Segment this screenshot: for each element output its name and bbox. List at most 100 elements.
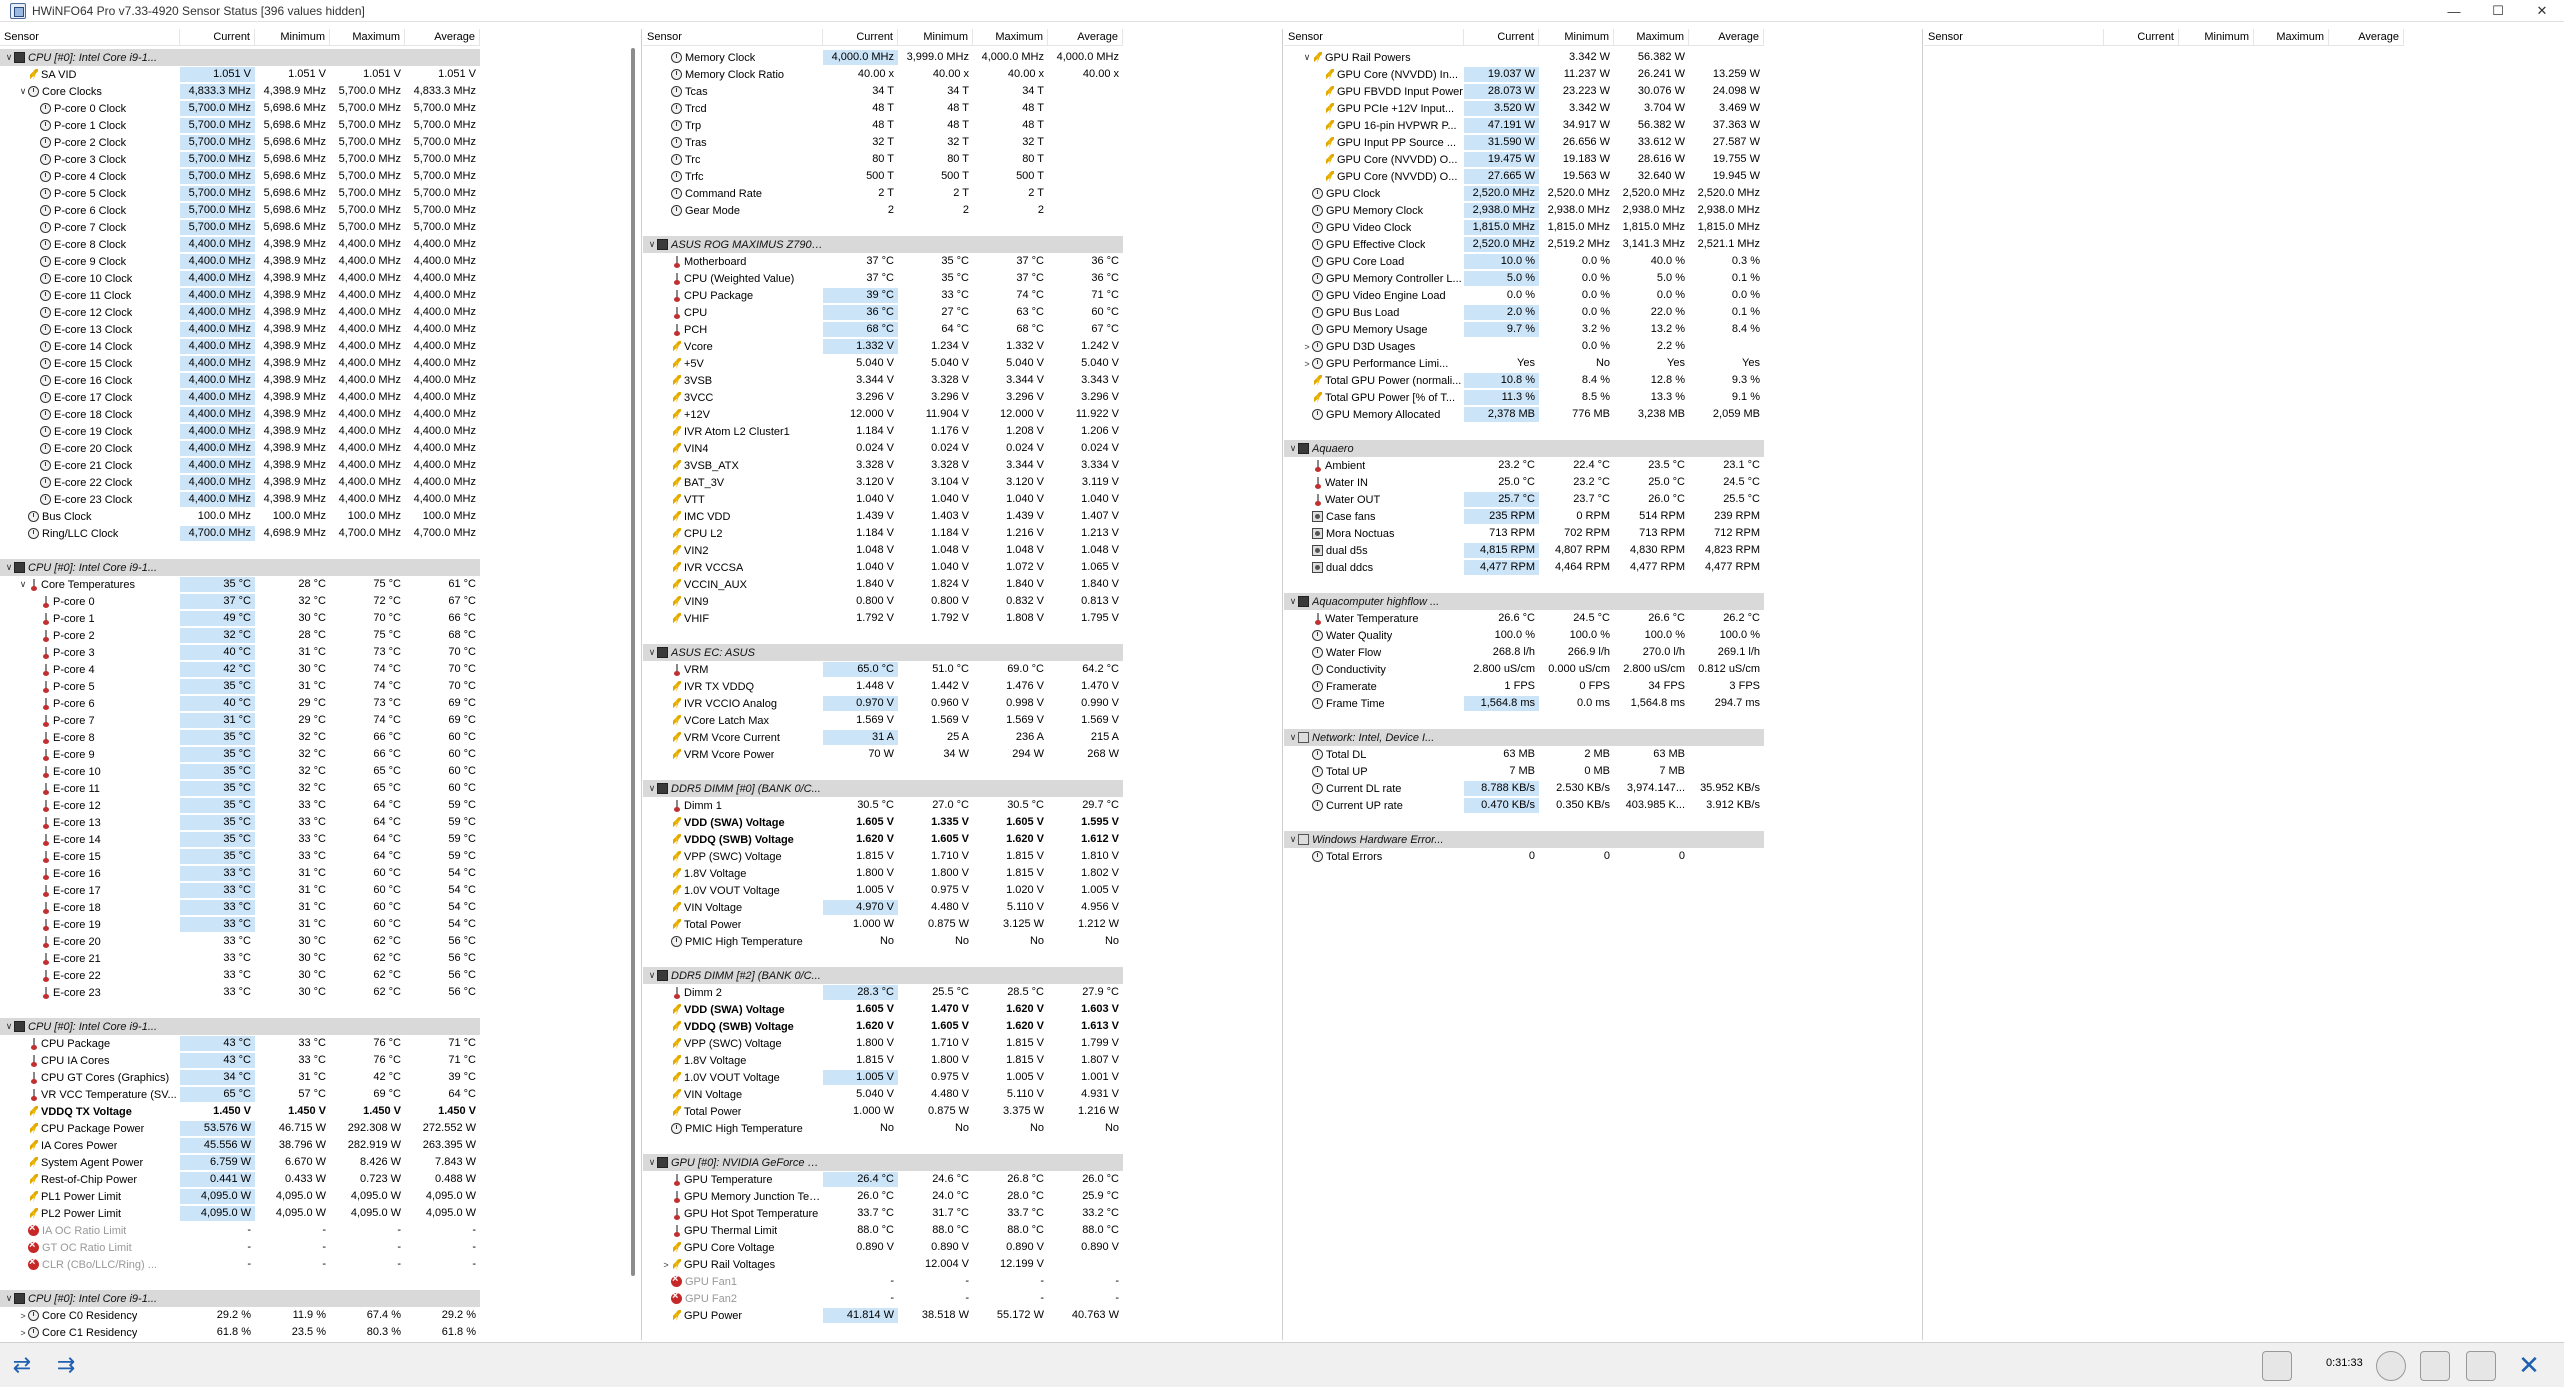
sensor-row[interactable]: Dimm 2 28.3 °C 25.5 °C 28.5 °C 27.9 °C [643, 984, 1123, 1001]
sensor-row[interactable]: ∨ Core Clocks 4,833.3 MHz 4,398.9 MHz 5,700.… [0, 83, 480, 100]
sensor-row[interactable]: CPU Package Power 53.576 W 46.715 W 292.308… [0, 1120, 480, 1137]
sensor-group-header[interactable]: ∨ CPU [#0]: Intel Core i9-1... [0, 49, 480, 66]
col-current[interactable]: Current [2104, 29, 2179, 46]
sensor-row[interactable]: GPU Fan1---- [643, 1273, 1123, 1290]
col-minimum[interactable]: Minimum [1539, 29, 1614, 46]
sensor-row[interactable]: P-core 0 37 °C 32 °C 72 °C 67 °C [0, 593, 480, 610]
collapse-chevron-icon[interactable]: ∨ [4, 562, 14, 573]
sensor-row[interactable]: > Core C0 Residency 29.2 % 11.9 % 67.4 % 29.2… [0, 1307, 480, 1324]
panel-divider[interactable] [641, 29, 642, 1340]
navigate-left-icon[interactable]: ⇄ [6, 1353, 38, 1377]
col-sensor[interactable]: Sensor [1924, 29, 2104, 46]
sensor-row[interactable]: VDDQ (SWB) Voltage 1.620 V 1.605 V 1.620 V1… [643, 1018, 1123, 1035]
sensor-row[interactable]: P-core 1 Clock 5,700.0 MHz 5,698.6 MHz 5,70… [0, 117, 480, 134]
col-sensor[interactable]: Sensor [643, 29, 823, 46]
col-minimum[interactable]: Minimum [898, 29, 973, 46]
expand-chevron-icon[interactable]: > [661, 1260, 671, 1270]
col-average[interactable]: Average [2329, 29, 2404, 46]
sensor-row[interactable]: E-core 21 33 °C 30 °C 62 °C 56 °C [0, 950, 480, 967]
sensor-row[interactable]: Trcd 48 T 48 T 48 T [643, 100, 1123, 117]
sensor-row[interactable]: E-core 12 Clock 4,400.0 MHz 4,398.9 MHz 4,4… [0, 304, 480, 321]
sensor-row[interactable]: GPU Video Clock 1,815.0 MHz 1,815.0 MHz 1,8… [1284, 219, 1764, 236]
sensor-row[interactable]: PCH 68 °C 64 °C 68 °C 67 °C [643, 321, 1123, 338]
sensor-row[interactable]: E-core 12 35 °C 33 °C 64 °C 59 °C [0, 797, 480, 814]
sensor-row[interactable]: CPU Package 39 °C 33 °C 74 °C 71 °C [643, 287, 1123, 304]
sensor-row[interactable]: 3VSB_ATX 3.328 V 3.328 V 3.344 V 3.334 V [643, 457, 1123, 474]
sensor-row[interactable]: PL1 Power Limit 4,095.0 W 4,095.0 W 4,095.0… [0, 1188, 480, 1205]
sensor-row[interactable]: Current DL rate 8.788 KB/s 2.530 KB/s 3,974… [1284, 780, 1764, 797]
sensor-group-header[interactable]: ∨ DDR5 DIMM [#2] (BANK 0/C... [643, 967, 1123, 984]
expand-chevron-icon[interactable]: > [18, 1328, 28, 1338]
sensor-row[interactable]: Rest-of-Chip Power 0.441 W 0.433 W 0.723 W0… [0, 1171, 480, 1188]
sensor-row[interactable]: 1.0V VOUT Voltage 1.005 V 0.975 V 1.005 V 1.… [643, 1069, 1123, 1086]
sensor-row[interactable]: Water Temperature 26.6 °C 24.5 °C 26.6 °C 26… [1284, 610, 1764, 627]
sensor-row[interactable]: P-core 7 31 °C 29 °C 74 °C 69 °C [0, 712, 480, 729]
sensor-row[interactable]: P-core 6 Clock 5,700.0 MHz 5,698.6 MHz 5,70… [0, 202, 480, 219]
sensor-row[interactable]: GPU Temperature 26.4 °C 24.6 °C 26.8 °C 26.0… [643, 1171, 1123, 1188]
sensor-row[interactable]: VR VCC Temperature (SV... 65 °C 57 °C 69 °C… [0, 1086, 480, 1103]
col-current[interactable]: Current [1464, 29, 1539, 46]
sensor-group-header[interactable]: ∨ Aquaero [1284, 440, 1764, 457]
sensor-row[interactable]: P-core 4 Clock 5,700.0 MHz 5,698.6 MHz 5,70… [0, 168, 480, 185]
sensor-row[interactable]: VTT 1.040 V 1.040 V 1.040 V 1.040 V [643, 491, 1123, 508]
sensor-row[interactable]: Memory Clock 4,000.0 MHz 3,999.0 MHz 4,000.… [643, 49, 1123, 66]
collapse-chevron-icon[interactable]: ∨ [4, 1293, 14, 1304]
sensor-row[interactable]: E-core 15 Clock 4,400.0 MHz 4,398.9 MHz 4,4… [0, 355, 480, 372]
sensor-row[interactable]: Dimm 1 30.5 °C 27.0 °C 30.5 °C 29.7 °C [643, 797, 1123, 814]
collapse-chevron-icon[interactable]: ∨ [1288, 732, 1298, 743]
sensor-row[interactable]: Water Quality 100.0 % 100.0 % 100.0 % 100.0 … [1284, 627, 1764, 644]
sensor-row[interactable]: E-core 9 Clock 4,400.0 MHz 4,398.9 MHz 4,40… [0, 253, 480, 270]
sensor-group-header[interactable]: ∨ CPU [#0]: Intel Core i9-1... [0, 1290, 480, 1307]
col-average[interactable]: Average [405, 29, 480, 46]
sensor-row[interactable]: P-core 2 Clock 5,700.0 MHz 5,698.6 MHz 5,70… [0, 134, 480, 151]
sensor-group-header[interactable]: ∨ ASUS ROG MAXIMUS Z790 A... [643, 236, 1123, 253]
sensor-row[interactable]: GPU Input PP Source ... 31.590 W 26.656 W3… [1284, 134, 1764, 151]
sensor-row[interactable]: Motherboard 37 °C 35 °C 37 °C 36 °C [643, 253, 1123, 270]
sensor-row[interactable]: Bus Clock 100.0 MHz 100.0 MHz 100.0 MHz 100.… [0, 508, 480, 525]
collapse-chevron-icon[interactable]: ∨ [647, 783, 657, 794]
sensor-row[interactable]: P-core 3 40 °C 31 °C 73 °C 70 °C [0, 644, 480, 661]
sensor-row[interactable]: SA VID 1.051 V 1.051 V 1.051 V 1.051 V [0, 66, 480, 83]
col-current[interactable]: Current [823, 29, 898, 46]
col-maximum[interactable]: Maximum [1614, 29, 1689, 46]
sensor-row[interactable]: VCore Latch Max 1.569 V 1.569 V 1.569 V 1.56… [643, 712, 1123, 729]
sensor-row[interactable]: Total Power 1.000 W 0.875 W 3.375 W 1.216 W [643, 1103, 1123, 1120]
sensor-row[interactable]: E-core 18 33 °C 31 °C 60 °C 54 °C [0, 899, 480, 916]
sensor-row[interactable]: PL2 Power Limit 4,095.0 W 4,095.0 W 4,095.0… [0, 1205, 480, 1222]
sensor-row[interactable]: E-core 11 Clock 4,400.0 MHz 4,398.9 MHz 4,4… [0, 287, 480, 304]
sensor-row[interactable]: dual ddcs 4,477 RPM 4,464 RPM 4,477 RPM 4,47… [1284, 559, 1764, 576]
sensor-row[interactable]: E-core 17 33 °C 31 °C 60 °C 54 °C [0, 882, 480, 899]
sensor-row[interactable]: GPU 16-pin HVPWR P... 47.191 W 34.917 W 56.… [1284, 117, 1764, 134]
collapse-chevron-icon[interactable]: ∨ [1288, 596, 1298, 607]
expand-chevron-icon[interactable]: > [18, 1311, 28, 1321]
sensor-row[interactable]: E-core 23 33 °C 30 °C 62 °C 56 °C [0, 984, 480, 1001]
sensor-row[interactable]: GPU Memory Junction Tempe...26.0 °C24.0 … [643, 1188, 1123, 1205]
sensor-row[interactable]: IMC VDD 1.439 V 1.403 V 1.439 V 1.407 V [643, 508, 1123, 525]
sensor-row[interactable]: 1.0V VOUT Voltage 1.005 V 0.975 V 1.020 V 1.… [643, 882, 1123, 899]
sensor-row[interactable]: Conductivity 2.800 uS/cm 0.000 uS/cm 2.800 … [1284, 661, 1764, 678]
sensor-row[interactable]: VRM Vcore Current 31 A 25 A 236 A 215 A [643, 729, 1123, 746]
sensor-row[interactable]: GPU Clock 2,520.0 MHz 2,520.0 MHz 2,520.0 M… [1284, 185, 1764, 202]
sensor-row[interactable]: E-core 22 Clock 4,400.0 MHz 4,398.9 MHz 4,4… [0, 474, 480, 491]
sensor-row[interactable]: Total GPU Power (normali... 10.8 % 8.4 % 12… [1284, 372, 1764, 389]
sensor-row[interactable]: E-core 10 Clock 4,400.0 MHz 4,398.9 MHz 4,4… [0, 270, 480, 287]
sensor-row[interactable]: Vcore 1.332 V 1.234 V 1.332 V 1.242 V [643, 338, 1123, 355]
sensor-group-header[interactable]: ∨ CPU [#0]: Intel Core i9-1... [0, 1018, 480, 1035]
col-average[interactable]: Average [1689, 29, 1764, 46]
sensor-row[interactable]: P-core 2 32 °C 28 °C 75 °C 68 °C [0, 627, 480, 644]
sensor-row[interactable]: VDDQ TX Voltage 1.450 V 1.450 V 1.450 V 1.45… [0, 1103, 480, 1120]
sensor-row[interactable]: P-core 3 Clock 5,700.0 MHz 5,698.6 MHz 5,70… [0, 151, 480, 168]
minimize-button[interactable]: — [2432, 0, 2476, 22]
sensor-row[interactable]: E-core 8 35 °C 32 °C 66 °C 60 °C [0, 729, 480, 746]
sensor-row[interactable]: E-core 8 Clock 4,400.0 MHz 4,398.9 MHz 4,40… [0, 236, 480, 253]
sensor-row[interactable]: Tcas 34 T 34 T 34 T [643, 83, 1123, 100]
sensor-row[interactable]: IA OC Ratio Limit---- [0, 1222, 480, 1239]
col-maximum[interactable]: Maximum [973, 29, 1048, 46]
sensor-row[interactable]: P-core 4 42 °C 30 °C 74 °C 70 °C [0, 661, 480, 678]
sensor-row[interactable]: E-core 23 Clock 4,400.0 MHz 4,398.9 MHz 4,4… [0, 491, 480, 508]
sensor-row[interactable]: VPP (SWC) Voltage 1.815 V 1.710 V 1.815 V 1.… [643, 848, 1123, 865]
sensor-row[interactable]: Trfc 500 T 500 T 500 T [643, 168, 1123, 185]
sensor-row[interactable]: ∨ GPU Rail Powers 3.342 W 56.382 W [1284, 49, 1764, 66]
collapse-chevron-icon[interactable]: ∨ [18, 86, 28, 97]
settings-gear-icon[interactable] [2466, 1351, 2496, 1381]
